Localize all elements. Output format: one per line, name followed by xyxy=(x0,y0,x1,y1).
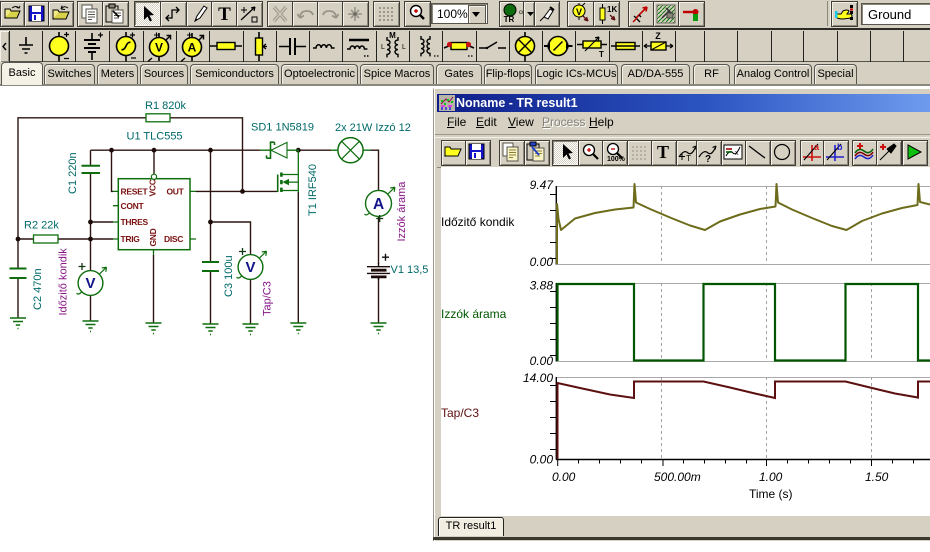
svg-text:Izzók árama: Izzók árama xyxy=(441,307,507,321)
svg-text:Tap/C3: Tap/C3 xyxy=(262,281,274,316)
svg-text:M: M xyxy=(389,31,396,40)
svg-text:a: a xyxy=(814,142,820,152)
svg-text:L: L xyxy=(381,44,385,51)
svg-text:L: L xyxy=(402,44,406,51)
svg-text:Időzitő kondik: Időzitő kondik xyxy=(441,215,515,229)
svg-text:Időzitő kondik: Időzitő kondik xyxy=(58,248,70,316)
svg-text:V: V xyxy=(86,275,96,292)
svg-text:V: V xyxy=(155,41,163,55)
svg-text:0.00: 0.00 xyxy=(530,354,554,368)
svg-text:RESET: RESET xyxy=(121,187,149,197)
svg-text:GND: GND xyxy=(148,228,158,246)
svg-text:T: T xyxy=(657,142,669,162)
svg-text:1.00: 1.00 xyxy=(759,470,783,484)
svg-text:T: T xyxy=(686,154,691,163)
svg-text:R1 820k: R1 820k xyxy=(145,100,186,112)
svg-text:R2 22k: R2 22k xyxy=(24,220,59,232)
svg-text:0.00: 0.00 xyxy=(530,453,554,467)
svg-text:b: b xyxy=(837,142,843,152)
svg-text:VCC: VCC xyxy=(148,179,158,196)
svg-text:Z: Z xyxy=(655,31,661,41)
svg-text:V: V xyxy=(246,259,256,276)
svg-text:TRIG: TRIG xyxy=(121,234,141,244)
svg-text:V1 13,5: V1 13,5 xyxy=(391,264,429,276)
svg-text:A: A xyxy=(188,41,197,55)
svg-text:C3 100u: C3 100u xyxy=(223,255,235,297)
svg-text:CONT: CONT xyxy=(121,201,145,211)
svg-text:SD1 1N5819: SD1 1N5819 xyxy=(251,122,314,134)
svg-text:C2 470n: C2 470n xyxy=(32,268,44,310)
svg-text:100%: 100% xyxy=(607,156,625,163)
svg-text:THRES: THRES xyxy=(121,217,149,227)
svg-text:A: A xyxy=(373,196,384,213)
svg-text:?: ? xyxy=(705,154,711,163)
svg-text:V: V xyxy=(576,7,582,17)
svg-text:3.88: 3.88 xyxy=(530,279,554,293)
svg-text:U1 TLC555: U1 TLC555 xyxy=(127,131,183,143)
svg-text:Izzók árama: Izzók árama xyxy=(396,181,408,242)
svg-text:1.50: 1.50 xyxy=(865,470,889,484)
svg-text:2x 21W Izzó 12: 2x 21W Izzó 12 xyxy=(335,122,411,134)
svg-text:0.00: 0.00 xyxy=(552,470,576,484)
svg-text:x: x xyxy=(735,150,739,157)
svg-text:500.00m: 500.00m xyxy=(654,470,701,484)
svg-text:9.47: 9.47 xyxy=(530,178,555,192)
svg-text:T: T xyxy=(599,50,604,59)
svg-text:T1 IRF540: T1 IRF540 xyxy=(307,164,319,216)
svg-text:TR: TR xyxy=(504,15,515,24)
svg-text:DISC: DISC xyxy=(164,234,183,244)
svg-text:1K: 1K xyxy=(607,5,617,14)
svg-text:C1 220n: C1 220n xyxy=(67,152,79,194)
svg-text:T: T xyxy=(218,4,231,25)
svg-text:Tap/C3: Tap/C3 xyxy=(441,406,479,420)
svg-text:OUT: OUT xyxy=(167,187,185,197)
svg-text:Time (s): Time (s) xyxy=(749,487,793,501)
svg-text:14.00: 14.00 xyxy=(523,371,553,385)
svg-text:0.00: 0.00 xyxy=(530,255,554,269)
